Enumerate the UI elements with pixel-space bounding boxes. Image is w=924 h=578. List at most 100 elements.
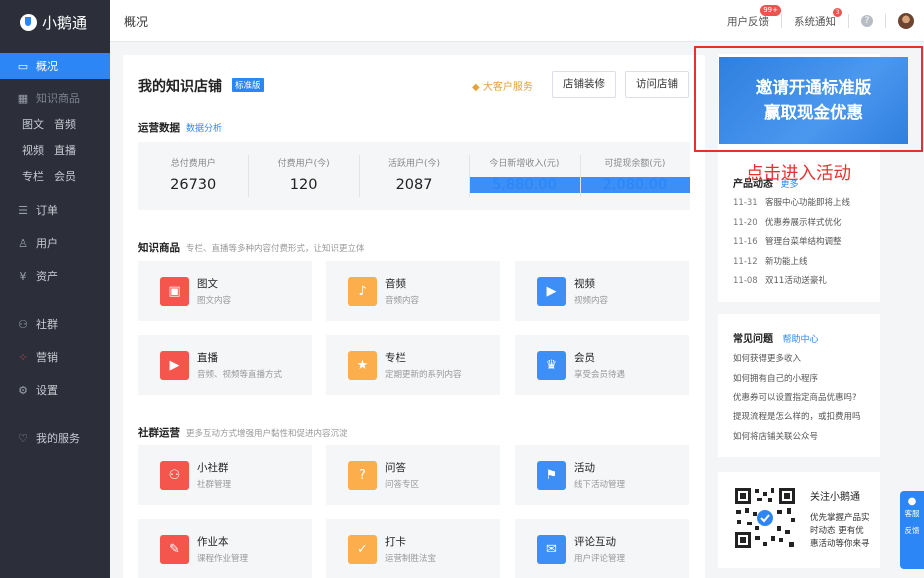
sidebar-sub-graphic[interactable]: 图文 bbox=[22, 116, 54, 132]
follow-desc: 优先掌握产品实时动态 更有优惠活动等你来寻 bbox=[810, 513, 870, 549]
promo-line-1: 邀请开通标准版 bbox=[755, 78, 872, 97]
sidebar-item-orders[interactable]: ☰ 订单 bbox=[0, 197, 110, 223]
stat-value: 5,880.00 bbox=[469, 177, 580, 193]
brand-logo-icon bbox=[20, 13, 37, 31]
tile-member[interactable]: ♛ 会员 享受会员待遇 bbox=[515, 335, 689, 395]
sidebar: 小鹅通 ▭ 概况 ▦ 知识商品 图文 音频 视频 直播 专栏 会员 ☰ 订单 ♙… bbox=[0, 0, 110, 578]
top-bar: 概况 用户反馈 99+ 系统通知 3 ? bbox=[110, 0, 924, 42]
service-label: 客服 bbox=[904, 509, 920, 518]
system-notice-link[interactable]: 系统通知 3 bbox=[786, 7, 844, 29]
news-text: 新功能上线 bbox=[765, 257, 808, 267]
sidebar-sub-audio[interactable]: 音频 bbox=[54, 116, 86, 132]
ops-section-title: 运营数据 数据分析 bbox=[138, 120, 222, 135]
tile-name: 作业本 bbox=[197, 536, 229, 548]
comment-icon: ✉ bbox=[537, 535, 566, 564]
tile-name: 图文 bbox=[197, 278, 218, 290]
tile-video[interactable]: ▶ 视频 视频内容 bbox=[515, 261, 689, 321]
news-item[interactable]: 11-12 新功能上线 bbox=[733, 255, 808, 267]
sidebar-item-assets[interactable]: ¥ 资产 bbox=[0, 263, 110, 289]
sidebar-item-community[interactable]: ⚇ 社群 bbox=[0, 311, 110, 337]
tile-desc: 运营制胜法宝 bbox=[385, 554, 437, 564]
brand-logo[interactable]: 小鹅通 bbox=[0, 0, 110, 44]
faq-title: 常见问题 帮助中心 bbox=[733, 330, 819, 345]
faq-item[interactable]: 如何将店铺关联公众号 bbox=[733, 430, 818, 442]
live-icon: ▶ bbox=[160, 351, 189, 380]
news-date: 11-20 bbox=[733, 218, 758, 228]
chat-icon: ● bbox=[907, 496, 917, 507]
diamond-icon: ◆ bbox=[472, 82, 483, 93]
vip-service-link[interactable]: ◆ 大客户服务 bbox=[472, 78, 533, 93]
star-icon: ★ bbox=[348, 351, 377, 380]
tile-small-group[interactable]: ⚇ 小社群 社群管理 bbox=[138, 445, 312, 505]
sidebar-sub-column[interactable]: 专栏 bbox=[22, 168, 54, 184]
sidebar-item-label: 订单 bbox=[36, 204, 58, 217]
sidebar-item-label: 我的服务 bbox=[36, 432, 80, 445]
tile-graphic[interactable]: ▣ 图文 图文内容 bbox=[138, 261, 312, 321]
stat-value: 2087 bbox=[395, 177, 433, 193]
divider bbox=[848, 14, 849, 28]
sidebar-item-users[interactable]: ♙ 用户 bbox=[0, 230, 110, 256]
sidebar-item-label: 资产 bbox=[36, 270, 58, 283]
data-analysis-link[interactable]: 数据分析 bbox=[186, 124, 222, 134]
tile-desc: 线下活动管理 bbox=[574, 480, 626, 490]
tile-name: 评论互动 bbox=[574, 536, 616, 548]
tile-live[interactable]: ▶ 直播 音频、视频等直播方式 bbox=[138, 335, 312, 395]
tile-column[interactable]: ★ 专栏 定期更新的系列内容 bbox=[326, 335, 500, 395]
sidebar-item-settings[interactable]: ⚙ 设置 bbox=[0, 377, 110, 403]
tile-qa[interactable]: ? 问答 问答专区 bbox=[326, 445, 500, 505]
sidebar-item-label: 知识商品 bbox=[36, 92, 80, 105]
brand-name: 小鹅通 bbox=[42, 13, 88, 32]
stat-label: 可提现余额(元) bbox=[604, 159, 666, 169]
ops-label: 运营数据 bbox=[138, 122, 180, 134]
sidebar-item-marketing[interactable]: ⁘ 营销 bbox=[0, 344, 110, 370]
news-item[interactable]: 11-16 管理台菜单结构调整 bbox=[733, 235, 842, 247]
news-item[interactable]: 11-20 优惠券展示样式优化 bbox=[733, 216, 842, 228]
yen-icon: ¥ bbox=[19, 269, 27, 283]
tile-desc: 用户评论管理 bbox=[574, 554, 626, 564]
tile-desc: 音频内容 bbox=[385, 296, 420, 306]
sidebar-sub-live[interactable]: 直播 bbox=[54, 142, 86, 158]
sidebar-item-my-services[interactable]: ♡ 我的服务 bbox=[0, 425, 110, 451]
faq-item[interactable]: 如何获得更多收入 bbox=[733, 352, 801, 364]
qr-code-image bbox=[733, 486, 797, 550]
tile-name: 会员 bbox=[574, 352, 595, 364]
avatar[interactable] bbox=[898, 13, 914, 29]
stat-income-today: 今日新增收入(元) 5,880.00 bbox=[469, 142, 580, 210]
help-icon[interactable]: ? bbox=[861, 15, 873, 27]
tile-activity[interactable]: ⚑ 活动 线下活动管理 bbox=[515, 445, 689, 505]
tile-name: 打卡 bbox=[385, 536, 406, 548]
community-subtitle: 更多互动方式增强用户黏性和促进内容沉淀 bbox=[186, 429, 348, 439]
faq-item[interactable]: 提现流程是怎么样的，或扣费用吗 bbox=[733, 410, 861, 422]
store-decorate-button[interactable]: 店铺装修 bbox=[552, 71, 616, 98]
sidebar-sub-video[interactable]: 视频 bbox=[22, 142, 54, 158]
promo-annotation[interactable]: 点击进入活动 bbox=[746, 160, 851, 185]
service-feedback-tab[interactable]: ● 客服 反馈 bbox=[900, 491, 924, 569]
tile-audio[interactable]: ♪ 音频 音频内容 bbox=[326, 261, 500, 321]
store-title: 我的知识店铺 bbox=[138, 79, 222, 95]
news-item[interactable]: 11-08 双11活动送豪礼 bbox=[733, 274, 827, 286]
tile-comment[interactable]: ✉ 评论互动 用户评论管理 bbox=[515, 519, 689, 578]
faq-item[interactable]: 如何拥有自己的小程序 bbox=[733, 372, 818, 384]
stat-paid-today: 付费用户(今) 120 bbox=[248, 142, 358, 210]
sidebar-item-label: 概况 bbox=[36, 60, 58, 73]
tile-homework[interactable]: ✎ 作业本 课程作业管理 bbox=[138, 519, 312, 578]
stats-panel: 总付费用户 26730 付费用户(今) 120 活跃用户(今) 2087 今日新… bbox=[138, 142, 691, 210]
tile-checkin[interactable]: ✓ 打卡 运营制胜法宝 bbox=[326, 519, 500, 578]
tile-desc: 社群管理 bbox=[197, 480, 232, 490]
sidebar-sub-member[interactable]: 会员 bbox=[54, 168, 86, 184]
page-title: 概况 bbox=[124, 15, 149, 29]
stat-total-paid: 总付费用户 26730 bbox=[138, 142, 248, 210]
user-feedback-link[interactable]: 用户反馈 99+ bbox=[719, 4, 781, 29]
news-text: 客服中心功能即将上线 bbox=[765, 198, 851, 208]
promo-banner[interactable]: 邀请开通标准版 赢取现金优惠 bbox=[719, 57, 908, 144]
sidebar-item-overview[interactable]: ▭ 概况 bbox=[0, 53, 110, 79]
homework-icon: ✎ bbox=[160, 535, 189, 564]
visit-store-button[interactable]: 访问店铺 bbox=[625, 71, 689, 98]
sidebar-subrow: 图文 音频 bbox=[0, 111, 110, 137]
news-item[interactable]: 11-31 客服中心功能即将上线 bbox=[733, 196, 850, 208]
user-icon: ♙ bbox=[18, 236, 28, 250]
faq-item[interactable]: 优惠券可以设置指定商品优惠吗? bbox=[733, 391, 857, 403]
image-icon: ▣ bbox=[160, 277, 189, 306]
sidebar-item-knowledge[interactable]: ▦ 知识商品 bbox=[0, 85, 110, 111]
help-center-link[interactable]: 帮助中心 bbox=[782, 335, 818, 345]
